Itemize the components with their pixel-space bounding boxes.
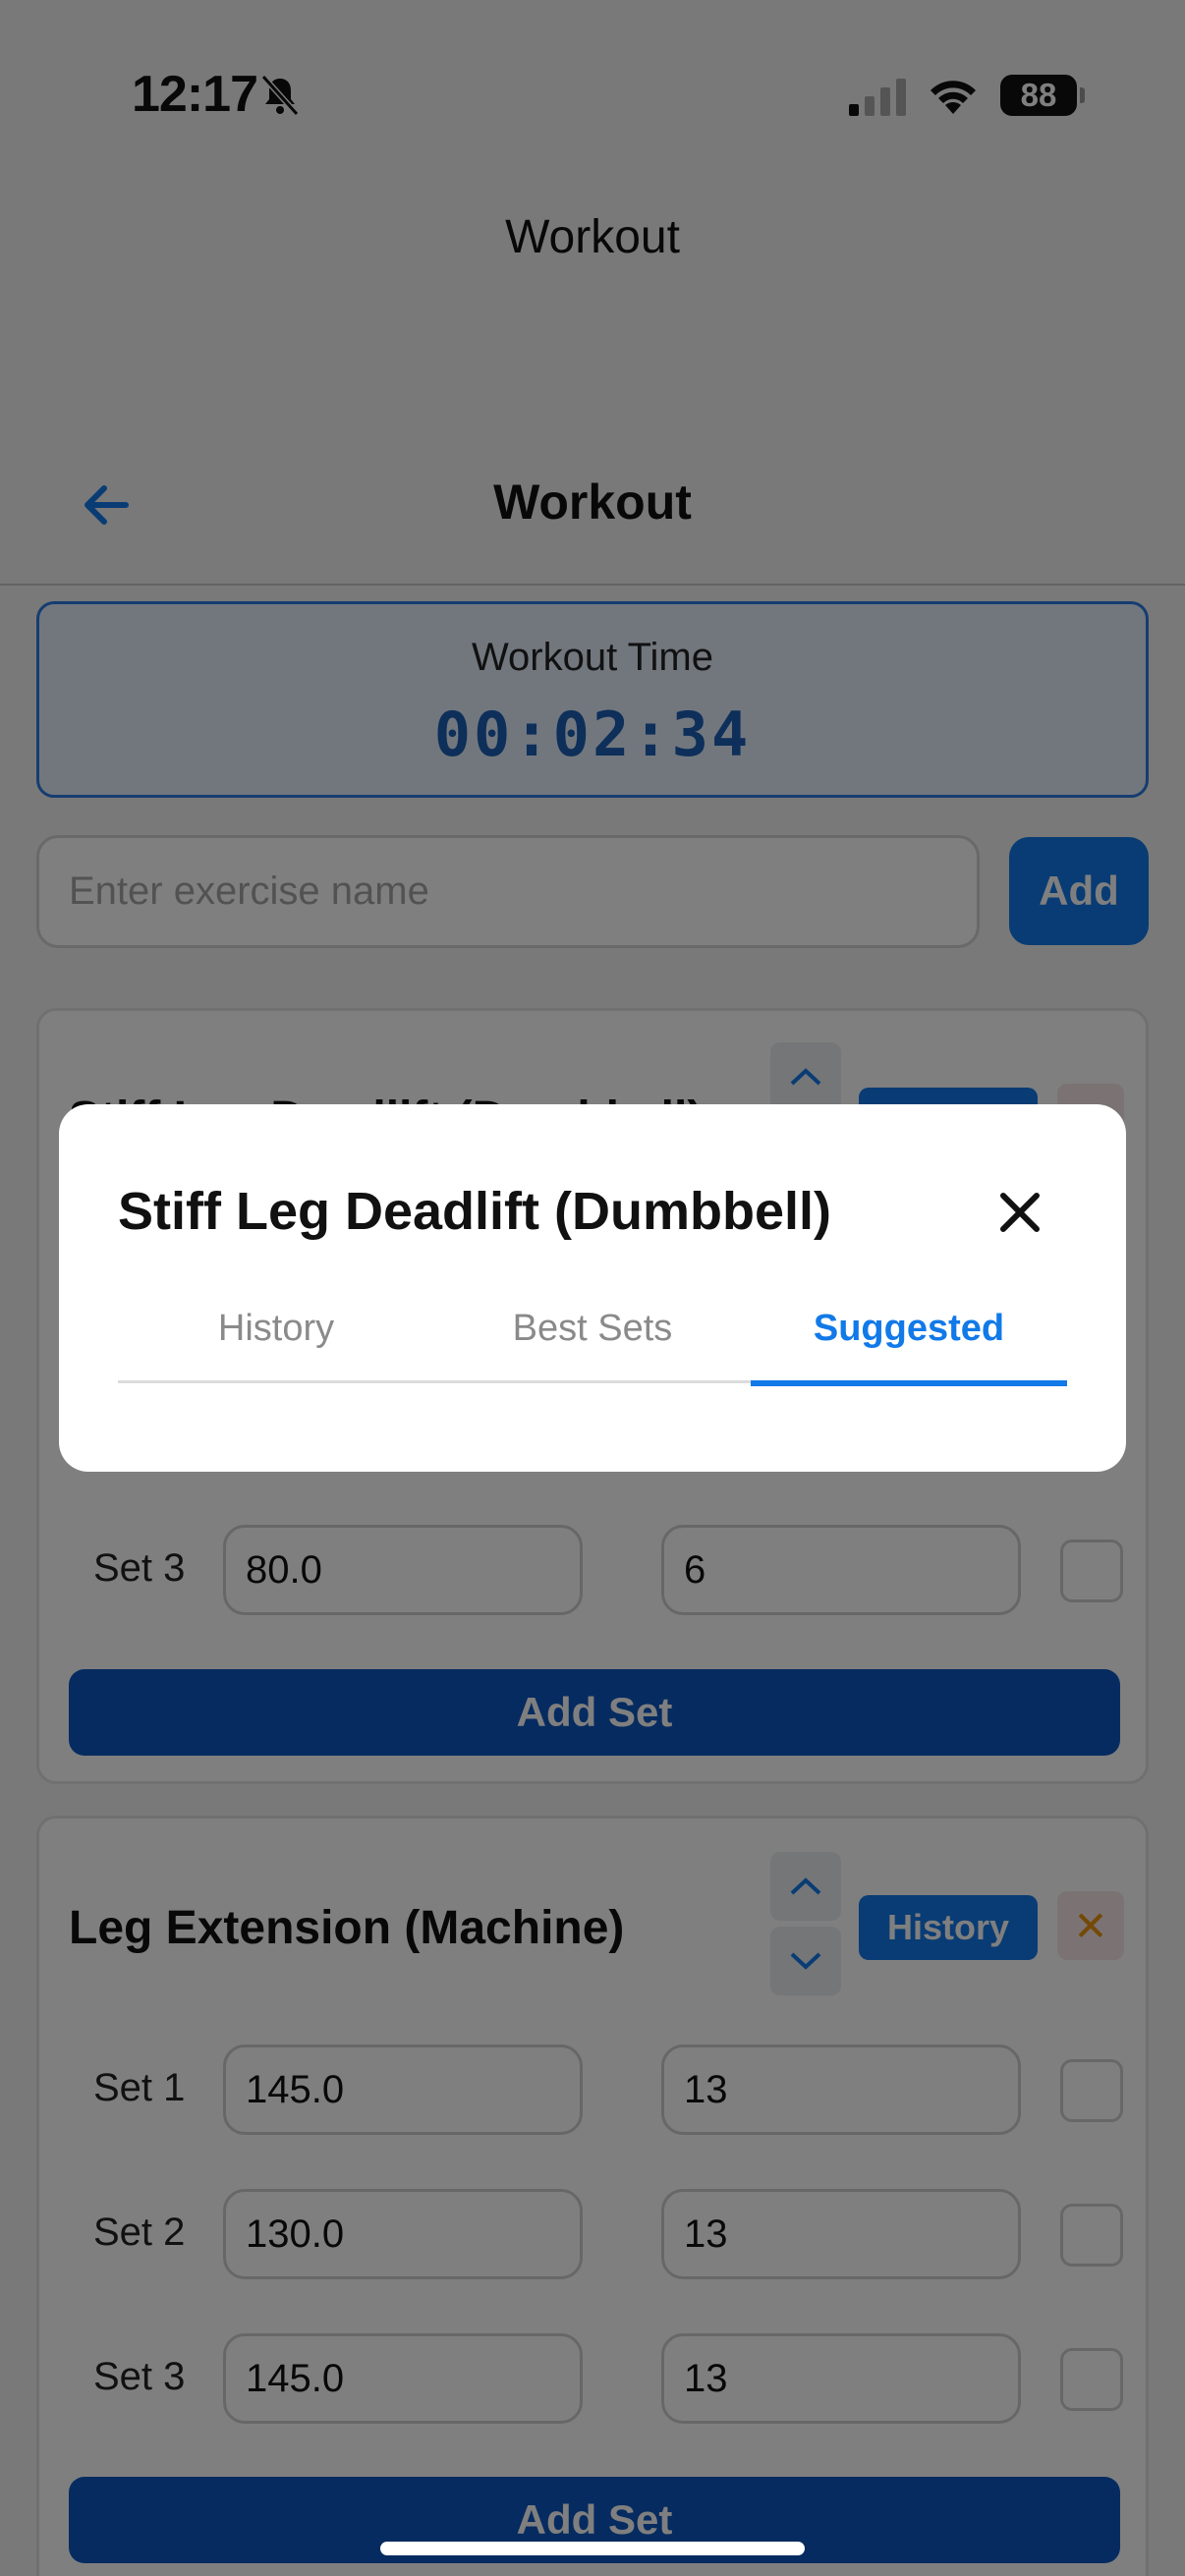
tab-best-sets[interactable]: Best Sets xyxy=(434,1301,751,1383)
exercise-details-modal: Stiff Leg Deadlift (Dumbbell) History Be… xyxy=(59,1104,1126,1472)
modal-tabs: History Best Sets Suggested xyxy=(118,1301,1067,1386)
modal-title: Stiff Leg Deadlift (Dumbbell) xyxy=(118,1182,831,1241)
home-indicator xyxy=(380,2542,805,2555)
tab-history[interactable]: History xyxy=(118,1301,434,1383)
close-icon[interactable] xyxy=(990,1183,1049,1242)
tab-suggested[interactable]: Suggested xyxy=(751,1301,1067,1386)
